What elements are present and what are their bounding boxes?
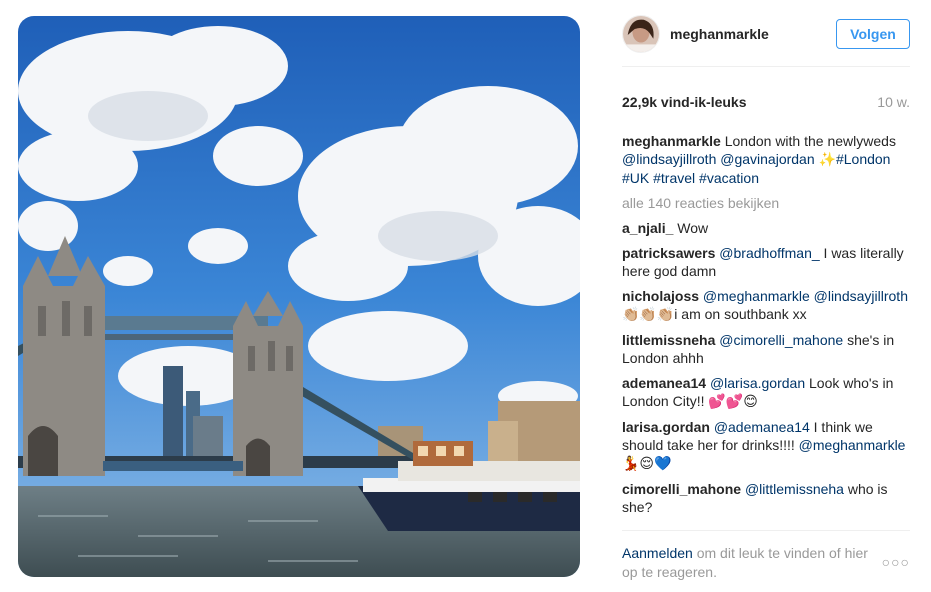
- comment-username[interactable]: ademanea14: [622, 375, 706, 391]
- hashtag[interactable]: #UK: [622, 170, 649, 186]
- comment-text: Wow: [677, 220, 709, 236]
- follow-button[interactable]: Volgen: [836, 19, 910, 49]
- post-photo[interactable]: [18, 16, 580, 577]
- footer-divider: [622, 530, 910, 531]
- heart-emoji: 💕💕😊: [708, 394, 758, 410]
- post-header: meghanmarkle Volgen: [622, 14, 910, 56]
- login-link[interactable]: Aanmelden: [622, 545, 693, 561]
- comment-item: ademanea14 @larisa.gordan Look who's in …: [622, 374, 910, 411]
- comments-list: meghanmarkle London with the newlyweds @…: [622, 132, 910, 528]
- comment-username[interactable]: larisa.gordan: [622, 419, 710, 435]
- comment-mention[interactable]: @cimorelli_mahone: [719, 332, 843, 348]
- profile-avatar[interactable]: [622, 15, 660, 53]
- hashtag[interactable]: #London: [836, 151, 891, 167]
- comment-mention[interactable]: @bradhoffman_: [719, 245, 819, 261]
- comment-mention[interactable]: @ademanea14: [714, 419, 810, 435]
- comment-username[interactable]: littlemissneha: [622, 332, 715, 348]
- post-footer: Aanmelden om dit leuk te vinden of hier …: [622, 544, 910, 584]
- comment-username[interactable]: cimorelli_mahone: [622, 481, 741, 497]
- comment-mention[interactable]: @meghanmarkle: [703, 288, 810, 304]
- view-all-comments-link[interactable]: alle 140 reacties bekijken: [622, 194, 910, 212]
- caption-mention[interactable]: @lindsayjillroth: [622, 151, 716, 167]
- comment-item: larisa.gordan @ademanea14 I think we sho…: [622, 418, 910, 473]
- caption-username[interactable]: meghanmarkle: [622, 133, 721, 149]
- caption-text: London with the newlyweds: [724, 133, 896, 149]
- more-options-icon[interactable]: ○○○: [882, 554, 910, 570]
- likes-count[interactable]: 22,9k vind-ik-leuks: [622, 94, 747, 110]
- post-username[interactable]: meghanmarkle: [670, 26, 769, 42]
- hashtag[interactable]: #travel: [653, 170, 695, 186]
- comment-item: a_njali_ Wow: [622, 219, 910, 237]
- comment-mention[interactable]: @lindsayjillroth: [814, 288, 908, 304]
- post-stats: 22,9k vind-ik-leuks 10 w.: [622, 94, 910, 114]
- comment-username[interactable]: patricksawers: [622, 245, 715, 261]
- dancer-emoji: 💃😌💙: [622, 456, 672, 472]
- comment-item: littlemissneha @cimorelli_mahone she's i…: [622, 331, 910, 367]
- hashtag[interactable]: #vacation: [699, 170, 759, 186]
- login-prompt: Aanmelden om dit leuk te vinden of hier …: [622, 544, 882, 582]
- clap-emoji: 👏🏼👏🏼👏🏼: [622, 307, 675, 323]
- caption: meghanmarkle London with the newlyweds @…: [622, 132, 910, 187]
- comment-mention[interactable]: @meghanmarkle: [799, 437, 906, 453]
- comment-mention[interactable]: @littlemissneha: [745, 481, 844, 497]
- caption-mention[interactable]: @gavinajordan: [720, 151, 814, 167]
- tower-bridge-photo: [18, 16, 580, 577]
- header-divider: [622, 66, 910, 67]
- comment-username[interactable]: nicholajoss: [622, 288, 699, 304]
- avatar-image: [623, 16, 659, 52]
- comment-item: cimorelli_mahone @littlemissneha who is …: [622, 480, 910, 516]
- comment-mention[interactable]: @larisa.gordan: [710, 375, 805, 391]
- post-time[interactable]: 10 w.: [877, 94, 910, 110]
- comment-username[interactable]: a_njali_: [622, 220, 673, 236]
- comment-item: patricksawers @bradhoffman_ I was litera…: [622, 244, 910, 280]
- comment-item: nicholajoss @meghanmarkle @lindsayjillro…: [622, 287, 910, 324]
- comment-text: i am on southbank xx: [674, 306, 807, 322]
- sparkle-emoji: ✨: [818, 152, 836, 168]
